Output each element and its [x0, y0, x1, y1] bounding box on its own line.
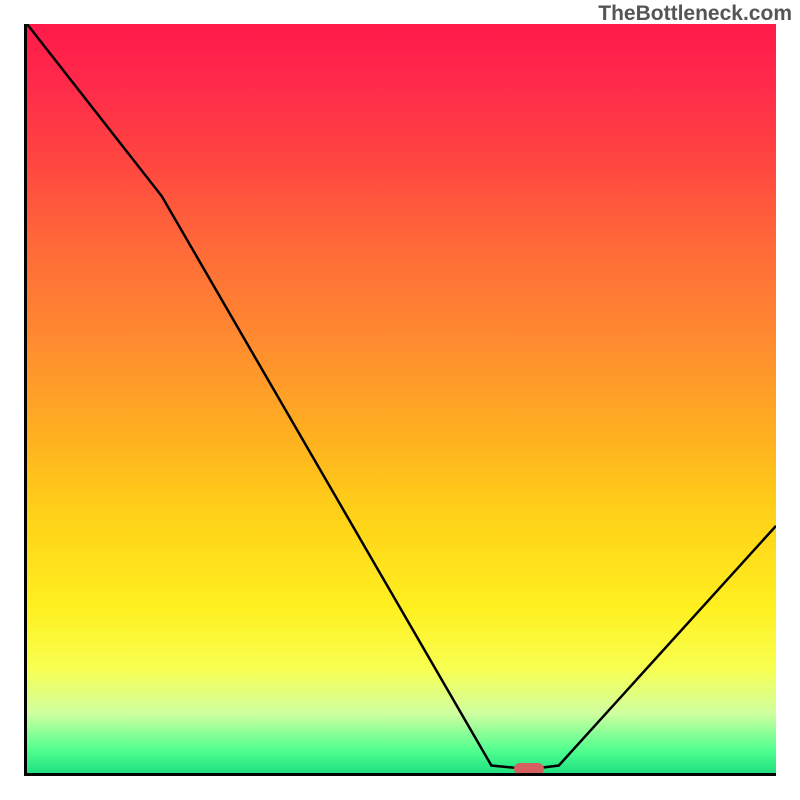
- chart-container: TheBottleneck.com: [0, 0, 800, 800]
- axes-frame: [24, 24, 776, 776]
- watermark-text: TheBottleneck.com: [598, 2, 792, 26]
